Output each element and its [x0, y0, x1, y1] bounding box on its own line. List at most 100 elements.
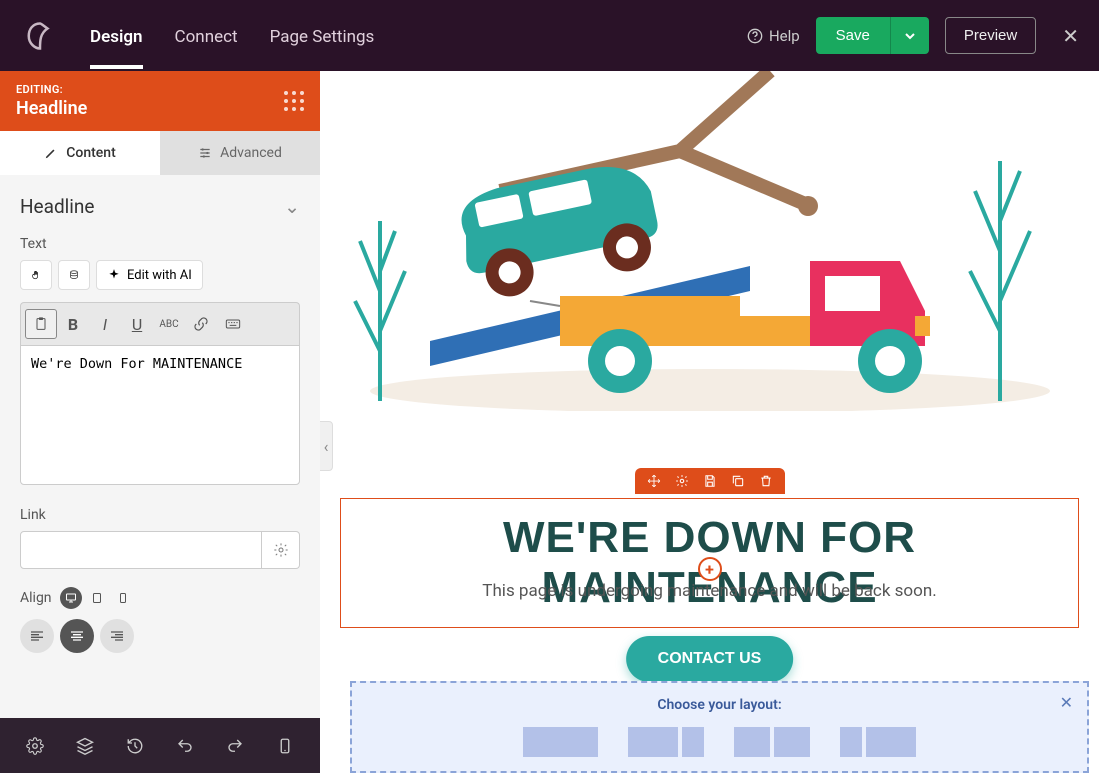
- layout-title: Choose your layout:: [366, 697, 1073, 713]
- desktop-icon: [65, 592, 77, 604]
- save-group: Save: [816, 17, 929, 54]
- tab-content[interactable]: Content: [0, 131, 160, 175]
- tab-advanced[interactable]: Advanced: [160, 131, 320, 175]
- rte-toolbar: B I U ABC: [20, 302, 300, 345]
- preview-button[interactable]: Preview: [945, 17, 1036, 54]
- settings-button[interactable]: [15, 737, 55, 755]
- rte-bold-button[interactable]: B: [57, 309, 89, 339]
- save-icon: [703, 474, 717, 488]
- clipboard-icon: [33, 316, 49, 332]
- device-tablet-button[interactable]: [86, 587, 108, 609]
- layers-icon: [76, 737, 94, 755]
- layout-option-2[interactable]: [628, 727, 704, 757]
- save-element-button[interactable]: [703, 474, 717, 488]
- subtitle-text[interactable]: This page is undergoing maintenance and …: [320, 581, 1099, 601]
- rte-strike-button[interactable]: ABC: [153, 309, 185, 339]
- sliders-icon: [198, 146, 212, 160]
- align-buttons: [20, 619, 300, 653]
- editing-label: EDITING:: [16, 83, 87, 96]
- mobile-icon: [276, 737, 294, 755]
- delete-button[interactable]: [759, 474, 773, 488]
- gear-icon: [675, 474, 689, 488]
- align-center-icon: [69, 628, 85, 644]
- logo: [20, 16, 60, 56]
- layout-option-4[interactable]: [840, 727, 916, 757]
- add-element-button[interactable]: +: [698, 557, 722, 581]
- align-left-icon: [29, 628, 45, 644]
- database-icon: [69, 267, 79, 283]
- tab-advanced-label: Advanced: [220, 145, 282, 161]
- hand-tool-button[interactable]: [20, 260, 52, 290]
- chevron-down-icon: [905, 31, 915, 41]
- content-panel: Headline ⌄ Text Edit with AI B I: [0, 175, 320, 773]
- canvas: ‹: [320, 71, 1099, 773]
- chevron-down-icon: ⌄: [284, 195, 300, 218]
- device-preview-button[interactable]: [265, 737, 305, 755]
- layout-option-1[interactable]: [523, 727, 598, 757]
- pencil-icon: [44, 146, 58, 160]
- tab-connect[interactable]: Connect: [175, 3, 238, 69]
- save-dropdown[interactable]: [890, 17, 929, 54]
- move-button[interactable]: [647, 474, 661, 488]
- layout-option-3[interactable]: [734, 727, 810, 757]
- rte-italic-button[interactable]: I: [89, 309, 121, 339]
- link-row: [20, 531, 300, 569]
- link-input[interactable]: [20, 531, 262, 569]
- tab-design[interactable]: Design: [90, 3, 143, 69]
- align-section: Align: [20, 587, 300, 609]
- rte-link-button[interactable]: [185, 309, 217, 339]
- undo-button[interactable]: [165, 737, 205, 755]
- headline-textarea[interactable]: [20, 345, 300, 485]
- sidebar-tabs: Content Advanced: [0, 131, 320, 175]
- layout-options: [366, 727, 1073, 757]
- edit-ai-button[interactable]: Edit with AI: [96, 260, 203, 290]
- gear-icon: [273, 542, 289, 558]
- keyboard-icon: [225, 316, 241, 332]
- rte-keyboard-button[interactable]: [217, 309, 249, 339]
- layers-button[interactable]: [65, 737, 105, 755]
- sidebar: EDITING: Headline Content Advanced Headl…: [0, 71, 320, 773]
- tab-content-label: Content: [66, 145, 116, 161]
- database-tool-button[interactable]: [58, 260, 90, 290]
- help-link[interactable]: Help: [747, 27, 800, 45]
- align-left-button[interactable]: [20, 619, 54, 653]
- duplicate-button[interactable]: [731, 474, 745, 488]
- align-label: Align: [20, 590, 52, 606]
- drag-handle-icon[interactable]: [284, 91, 304, 111]
- history-button[interactable]: [115, 737, 155, 755]
- device-mobile-button[interactable]: [112, 587, 134, 609]
- editing-header: EDITING: Headline: [0, 71, 320, 131]
- hand-icon: [31, 267, 41, 283]
- topbar: Design Connect Page Settings Help Save P…: [0, 0, 1099, 71]
- topbar-right: Help Save Preview ✕: [747, 17, 1079, 54]
- close-icon[interactable]: ✕: [1062, 24, 1079, 48]
- layout-close-button[interactable]: ✕: [1060, 693, 1073, 712]
- layout-chooser: ✕ Choose your layout:: [350, 681, 1089, 773]
- editing-title: Headline: [16, 98, 87, 119]
- device-desktop-button[interactable]: [60, 587, 82, 609]
- save-button[interactable]: Save: [816, 17, 890, 54]
- trash-icon: [759, 474, 773, 488]
- copy-icon: [731, 474, 745, 488]
- mobile-icon: [117, 592, 129, 604]
- undo-icon: [176, 737, 194, 755]
- element-settings-button[interactable]: [675, 474, 689, 488]
- rte-underline-button[interactable]: U: [121, 309, 153, 339]
- contact-button[interactable]: CONTACT US: [626, 636, 794, 682]
- sidebar-collapse-handle[interactable]: ‹: [320, 421, 333, 471]
- redo-button[interactable]: [215, 737, 255, 755]
- text-label: Text: [20, 236, 300, 252]
- bottom-toolbar: [0, 718, 320, 773]
- section-headline[interactable]: Headline ⌄: [20, 195, 300, 218]
- align-right-icon: [109, 628, 125, 644]
- move-icon: [647, 474, 661, 488]
- redo-icon: [226, 737, 244, 755]
- tablet-icon: [91, 592, 103, 604]
- link-field-label: Link: [20, 507, 300, 523]
- tab-page-settings[interactable]: Page Settings: [270, 3, 375, 69]
- maintenance-illustration: [320, 71, 1099, 411]
- align-right-button[interactable]: [100, 619, 134, 653]
- link-settings-button[interactable]: [262, 531, 300, 569]
- align-center-button[interactable]: [60, 619, 94, 653]
- rte-paste-button[interactable]: [25, 309, 57, 339]
